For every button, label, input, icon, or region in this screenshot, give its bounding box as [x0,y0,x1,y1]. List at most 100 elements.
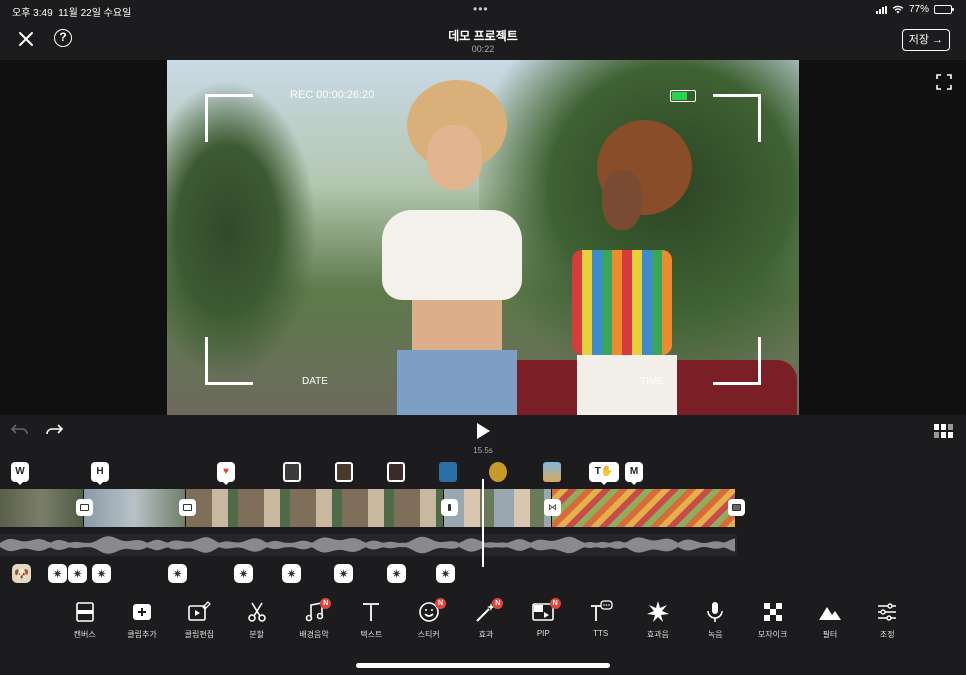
tool-sound-effect[interactable]: 효과음 [629,600,686,650]
sticker-marker[interactable] [489,462,507,482]
tool-sliders[interactable]: 조정 [859,600,916,650]
text-icon [363,603,380,621]
sticker-marker[interactable] [283,462,301,482]
text-marker[interactable]: M [625,462,643,485]
new-badge: N [434,598,446,609]
sliders-icon [878,603,897,621]
arrow-right-icon: → [932,34,943,46]
video-clip[interactable] [444,489,552,527]
transition-icon[interactable] [76,499,93,516]
filter-icon [818,607,841,620]
tool-label: 스티커 [417,630,440,639]
video-preview[interactable]: REC 00:00:26:20 DATE TIME [167,60,799,415]
tool-label: 분할 [249,630,265,639]
tool-sticker[interactable]: N 스티커 [400,598,457,650]
camera-frame-corner [713,337,761,385]
tool-add-clip[interactable]: 클립추가 [113,600,170,650]
help-icon[interactable]: ? [54,29,72,47]
video-clip[interactable] [0,489,84,527]
status-clock: 오후 3:49 11월 22일 수요일 [12,8,132,19]
mosaic-icon [763,603,782,621]
camera-frame-corner [713,94,761,142]
save-button[interactable]: 저장 → [901,29,950,51]
video-clip[interactable] [186,489,444,527]
sound-effect-marker[interactable]: ✷ [92,564,111,583]
sound-effect-marker[interactable]: ✷ [168,564,187,583]
playhead[interactable] [482,479,484,567]
new-badge: N [549,598,561,609]
project-duration: 00:22 [471,44,495,54]
tool-filter[interactable]: 필터 [801,600,858,650]
sound-effect-marker[interactable]: ✷ [436,564,455,583]
redo-icon[interactable] [45,423,63,437]
microphone-icon [707,602,724,622]
edit-clip-icon [188,601,212,621]
sound-effect-marker[interactable]: ✷ [234,564,253,583]
pip-marker[interactable] [439,462,457,482]
playhead-time: 15.5s [473,446,493,455]
sticker-marker[interactable] [335,462,353,482]
sound-effect-marker[interactable]: ✷ [48,564,67,583]
tool-magic-wand[interactable]: N 효과 [457,598,514,650]
fullscreen-icon[interactable] [936,74,952,90]
time-overlay-text: TIME [640,376,664,387]
tool-microphone[interactable]: 녹음 [687,600,744,650]
preview-area: REC 00:00:26:20 DATE TIME [0,60,966,415]
transition-icon[interactable] [728,499,745,516]
multitasking-dots-icon[interactable]: ••• [473,2,489,16]
tool-edit-clip[interactable]: 클립편집 [171,600,228,650]
play-icon[interactable] [475,422,491,440]
wifi-icon [892,5,904,14]
scissors-icon [247,602,266,622]
audio-waveform[interactable] [0,534,737,556]
person-illustration [367,80,537,415]
timeline[interactable]: W H ♥ T✋ M ⋈ 🐶 ✷ ✷ ✷ ✷ ✷ ✷ ✷ ✷ ✷ [0,457,966,592]
tool-pip[interactable]: N PIP [515,598,572,650]
person-illustration [557,120,697,415]
undo-icon[interactable] [11,423,29,437]
sound-effect-icon [646,601,669,622]
transition-icon[interactable]: ⋈ [544,499,561,516]
sound-effect-marker[interactable]: ✷ [334,564,353,583]
tool-label: 효과음 [646,630,669,639]
sound-effect-marker[interactable]: ✷ [282,564,301,583]
transition-icon[interactable] [179,499,196,516]
tool-canvas[interactable]: 캔버스 [56,600,113,650]
project-title: 데모 프로젝트 [448,29,518,43]
tool-scissors[interactable]: 분할 [228,600,285,650]
video-clip[interactable] [84,489,186,527]
sound-effect-marker[interactable]: ✷ [387,564,406,583]
transition-icon[interactable] [441,499,458,516]
sticker-marker[interactable]: 🐶 [12,564,31,583]
video-clip-track[interactable] [0,489,736,527]
tool-tts[interactable]: TTS [572,600,629,650]
pip-marker[interactable] [543,462,561,482]
tool-text[interactable]: 텍스트 [343,600,400,650]
close-icon[interactable] [16,29,36,49]
camera-frame-corner [205,337,253,385]
sticker-marker[interactable] [387,462,405,482]
tool-label: 캔버스 [73,630,96,639]
tool-label: 모자이크 [757,630,788,639]
tool-mosaic[interactable]: 모자이크 [744,600,801,650]
sticker-marker[interactable]: ♥ [217,462,235,485]
grid-view-icon[interactable] [934,424,954,438]
tool-label: 클립추가 [127,630,157,639]
status-right: 77% [875,4,954,15]
text-marker[interactable]: T✋ [589,462,619,485]
sound-effect-marker[interactable]: ✷ [68,564,87,583]
new-badge: N [320,598,332,609]
new-badge: N [492,598,504,609]
video-clip[interactable] [552,489,736,527]
tool-label: 효과 [478,630,494,639]
date-overlay-text: DATE [302,376,328,387]
playback-controls: 15.5s [0,415,966,457]
tool-label: 배경음악 [299,630,329,639]
tts-icon [590,600,613,621]
tool-music[interactable]: N 배경음악 [285,598,342,650]
tool-label: PIP [536,629,550,638]
home-indicator[interactable] [356,663,610,668]
text-marker[interactable]: W [11,462,29,485]
text-marker[interactable]: H [91,462,109,485]
signal-icon [875,5,887,14]
